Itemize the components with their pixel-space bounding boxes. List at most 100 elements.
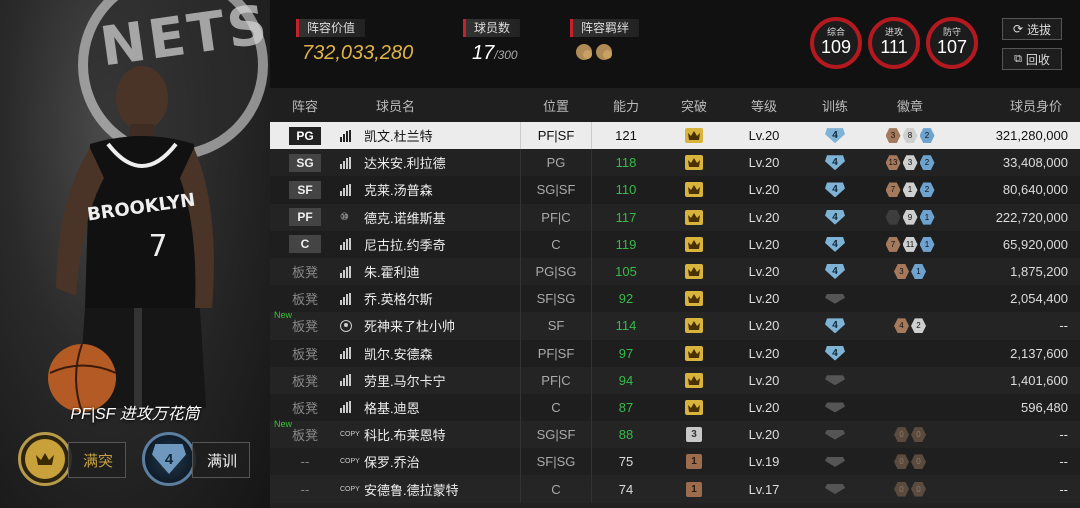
full-breakthrough-badge	[18, 432, 72, 486]
player-ability: 75	[618, 454, 634, 470]
badges-cell: 382	[870, 122, 950, 149]
badge-hex-icon: 2	[911, 318, 926, 334]
lineup-slot-cell[interactable]: PG	[270, 122, 340, 149]
player-row[interactable]: 板凳 New 死神来了杜小帅 SF 114 Lv.20 4 4 2 --	[270, 310, 1080, 340]
player-row[interactable]: -- COPY 安德鲁.德拉蒙特 C 74 1 Lv.17 0 0 --	[270, 475, 1080, 503]
training-cell: 4	[800, 312, 870, 339]
badges-cell: 00	[870, 421, 950, 448]
training-cell	[800, 367, 870, 394]
lineup-slot-cell[interactable]: 板凳 New	[270, 419, 340, 448]
player-position: C	[520, 393, 592, 422]
badge-hex-icon: 4	[894, 318, 909, 334]
player-position: C	[520, 475, 592, 503]
player-row[interactable]: PF ⑩ 德克.诺维斯基 PF|C 117 Lv.20 4 0 9 1 222,720,000	[270, 203, 1080, 231]
column-header-badges[interactable]: 徽章	[870, 88, 950, 122]
training-shield-icon	[825, 402, 845, 413]
lineup-slot-cell[interactable]: PF	[270, 204, 340, 231]
recycle-button[interactable]: ⧉ 回收	[1002, 48, 1062, 70]
player-level: Lv.20	[748, 372, 780, 388]
player-count-label: 球员数	[463, 19, 521, 37]
lineup-slot-cell[interactable]: 板凳	[270, 285, 340, 312]
scout-button[interactable]: ⟳ 选拔	[1002, 18, 1062, 40]
player-row[interactable]: 板凳 劳里.马尔卡宁 PF|C 94 Lv.20 1,401,600	[270, 366, 1080, 394]
player-type-cell	[340, 258, 364, 285]
training-shield-icon: 4	[825, 155, 845, 171]
player-row[interactable]: C 尼古拉.约季奇 C 119 Lv.20 4 7 11 1 65,920,000	[270, 230, 1080, 258]
column-header-lineup[interactable]: 阵容	[270, 88, 340, 122]
training-shield-icon: 4	[825, 128, 845, 144]
featured-player-panel[interactable]: NETS BROOKLYN 7 PF|SF 进攻万花筒 满突 4 满训	[0, 0, 270, 508]
player-row[interactable]: 板凳 New COPY 科比.布莱恩特 SG|SF 88 3 Lv.20 0 0 --	[270, 419, 1080, 449]
player-name: 科比.布莱恩特	[364, 428, 446, 444]
breakthrough-level: 1	[686, 454, 702, 470]
column-header-training[interactable]: 训练	[800, 88, 870, 122]
lineup-slot-cell[interactable]: 板凳	[270, 394, 340, 421]
player-position: SG|SF	[520, 176, 592, 204]
badges-cell	[870, 367, 950, 394]
bench-slot-text: 板凳	[291, 428, 318, 444]
custom-player-icon	[340, 319, 352, 332]
player-position: SG|SF	[520, 421, 592, 449]
player-type-cell	[340, 367, 364, 394]
refresh-icon: ⟳	[1012, 22, 1024, 36]
lineup-slot-cell[interactable]: 板凳	[270, 367, 340, 394]
player-level: Lv.20	[748, 427, 780, 443]
player-name: 死神来了杜小帅	[364, 319, 456, 335]
defense-rating-ring: 防守 107	[926, 17, 978, 69]
player-type-cell	[340, 149, 364, 176]
lineup-slot-cell[interactable]: 板凳	[270, 258, 340, 285]
player-type-cell	[340, 176, 364, 203]
player-row[interactable]: 板凳 乔.英格尔斯 SF|SG 92 Lv.20 2,054,400	[270, 285, 1080, 313]
crown-icon	[685, 399, 703, 415]
stats-bars-icon	[340, 374, 351, 387]
lineup-slot-cell[interactable]: C	[270, 231, 340, 258]
player-row[interactable]: SF 克莱.汤普森 SG|SF 110 Lv.20 4 7 1 2 80,640,000	[270, 176, 1080, 204]
breakthrough-cell	[660, 367, 728, 394]
lineup-slot-cell[interactable]: --	[270, 475, 340, 502]
player-type-cell	[340, 122, 364, 149]
player-level: Lv.17	[748, 481, 780, 497]
player-row[interactable]: PG 凯文.杜兰特 PF|SF 121 Lv.20 4 3 8 2 321,280,000	[270, 122, 1080, 150]
player-row[interactable]: 板凳 凯尔.安德森 PF|SF 97 Lv.20 4 2,137,600	[270, 339, 1080, 367]
crown-icon	[25, 439, 65, 479]
badge-hex-icon: 0	[894, 454, 909, 470]
column-header-name[interactable]: 球员名	[364, 88, 520, 122]
player-name: 尼古拉.约季奇	[364, 237, 446, 253]
badges-cell: 7 11 1	[870, 231, 950, 258]
column-header-worth[interactable]: 球员身价	[950, 88, 1080, 122]
column-header-ability[interactable]: 能力	[592, 88, 660, 122]
player-name: 朱.霍利迪	[364, 265, 420, 281]
svg-text:7: 7	[148, 229, 167, 264]
lineup-slot-cell[interactable]: 板凳	[270, 340, 340, 367]
lineup-slot-cell[interactable]: SF	[270, 176, 340, 203]
chemistry-icons[interactable]	[576, 44, 612, 60]
badges-cell: 13 3 2	[870, 149, 950, 176]
player-row[interactable]: 板凳 格基.迪恩 C 87 Lv.20 596,480	[270, 393, 1080, 422]
player-ability: 117	[615, 209, 637, 225]
player-row[interactable]: -- COPY 保罗.乔治 SF|SG 75 1 Lv.19 0 0 --	[270, 448, 1080, 476]
training-shield-icon: 4	[825, 345, 845, 361]
player-name: 乔.英格尔斯	[364, 292, 433, 308]
copy-card-icon: COPY	[340, 458, 360, 466]
training-cell	[800, 448, 870, 475]
training-shield-icon	[825, 293, 845, 304]
crown-icon	[685, 155, 703, 171]
bench-slot-text: --	[300, 481, 310, 497]
scout-button-label: 选拔	[1027, 22, 1052, 37]
player-worth: --	[1059, 318, 1068, 334]
full-training-badge: 4	[142, 432, 196, 486]
column-header-position[interactable]: 位置	[520, 88, 592, 122]
player-ability: 114	[615, 318, 637, 334]
lineup-slot-cell[interactable]: --	[270, 448, 340, 475]
player-row[interactable]: 板凳 朱.霍利迪 PG|SG 105 Lv.20 4 3 1 1,875,200	[270, 257, 1080, 286]
lineup-slot-cell[interactable]: SG	[270, 149, 340, 176]
bench-slot-text: --	[300, 454, 310, 470]
player-row[interactable]: SG 达米安.利拉德 PG 118 Lv.20 4 13 3 2 33,408,000	[270, 149, 1080, 177]
column-header-breakthrough[interactable]: 突破	[660, 88, 728, 122]
player-ability: 87	[618, 399, 634, 415]
lineup-slot-cell[interactable]: 板凳 New	[270, 310, 340, 339]
badges-cell	[870, 340, 950, 367]
bench-slot-label: 板凳	[292, 371, 318, 390]
player-level: Lv.20	[748, 182, 780, 198]
column-header-level[interactable]: 等级	[728, 88, 800, 122]
